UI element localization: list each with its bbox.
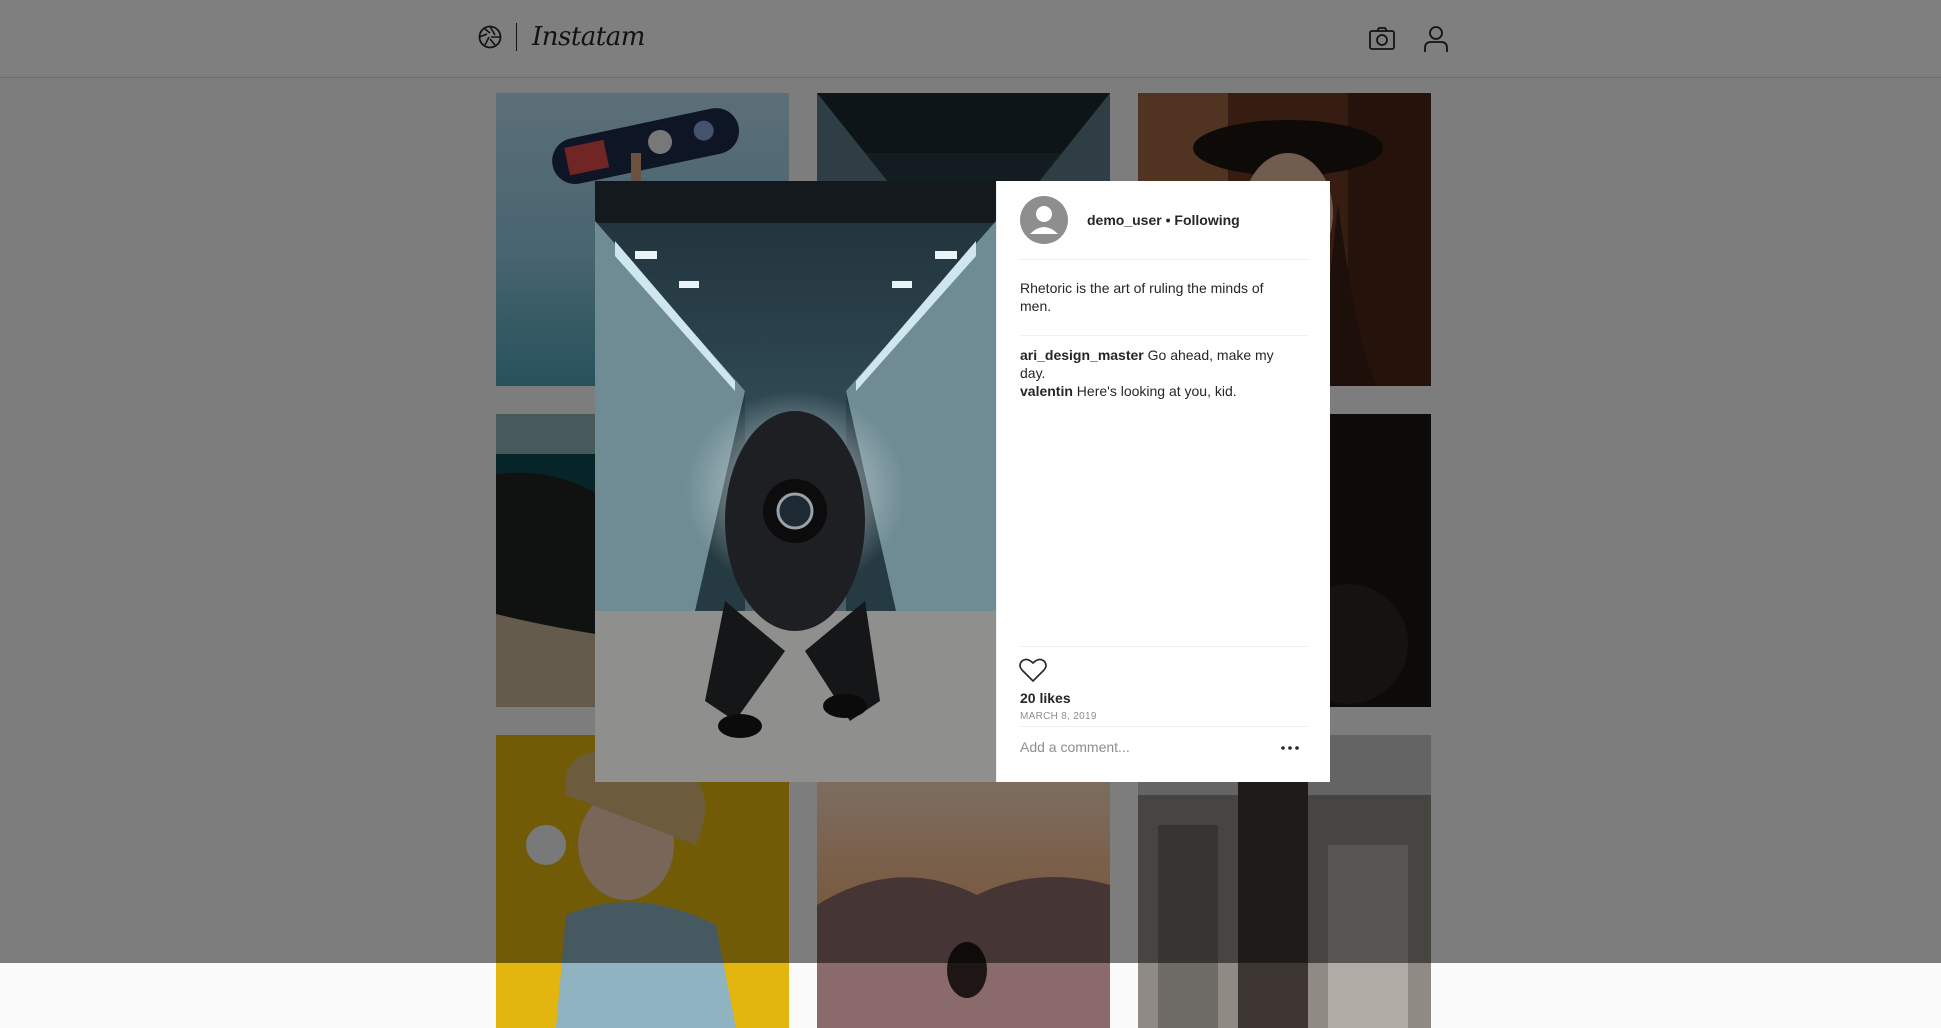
post-sidebar: demo_user • Following Rhetoric is the ar… [996, 181, 1330, 782]
post-author: demo_user • Following [1020, 196, 1240, 244]
divider [1020, 259, 1308, 260]
divider [1020, 726, 1308, 727]
comment-user[interactable]: ari_design_master [1020, 347, 1144, 363]
post-photo [595, 181, 996, 782]
comment: ari_design_master Go ahead, make my day. [1020, 346, 1290, 382]
heart-icon[interactable] [1019, 657, 1047, 683]
follow-status[interactable]: Following [1174, 212, 1239, 228]
post-caption: Rhetoric is the art of ruling the minds … [1020, 280, 1264, 314]
avatar[interactable] [1020, 196, 1068, 244]
author-line[interactable]: demo_user • Following [1087, 212, 1240, 228]
post-modal: demo_user • Following Rhetoric is the ar… [595, 181, 1330, 782]
divider [1020, 335, 1308, 336]
more-options-icon[interactable] [1279, 741, 1301, 755]
comment-text: Here's looking at you, kid. [1076, 383, 1237, 399]
comment-list: ari_design_master Go ahead, make my day.… [1020, 346, 1290, 400]
comment-input[interactable] [1020, 732, 1260, 762]
like-count[interactable]: 20 likes [1020, 690, 1071, 706]
author-username[interactable]: demo_user [1087, 212, 1162, 228]
comment: valentin Here's looking at you, kid. [1020, 382, 1290, 400]
divider [1020, 646, 1308, 647]
author-separator: • [1165, 212, 1171, 228]
comment-user[interactable]: valentin [1020, 383, 1073, 399]
post-date: MARCH 8, 2019 [1020, 711, 1097, 722]
